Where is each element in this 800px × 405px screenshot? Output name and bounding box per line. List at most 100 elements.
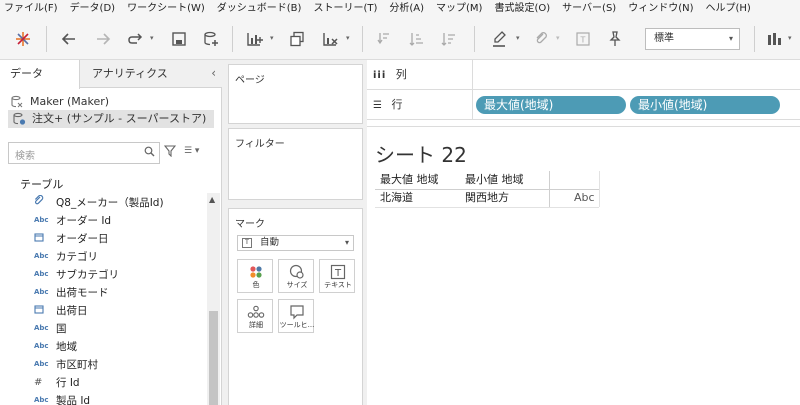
filter-icon[interactable] bbox=[163, 145, 177, 160]
color-icon bbox=[238, 263, 274, 281]
rows-label: 行 bbox=[391, 98, 403, 111]
label-label: テキスト bbox=[324, 281, 352, 289]
datasource-maker[interactable]: Maker (Maker) bbox=[10, 93, 109, 111]
datasource-icon bbox=[12, 112, 26, 126]
row-header-cell[interactable]: 北海道 bbox=[380, 189, 413, 207]
columns-shelf-label: iii 列 bbox=[373, 60, 473, 90]
collapse-pane-icon[interactable]: ‹ bbox=[211, 66, 216, 80]
field-name: 国 bbox=[56, 322, 67, 335]
field-name: オーダー Id bbox=[56, 214, 112, 227]
chevron-down-icon: ▾ bbox=[728, 34, 733, 43]
rows-shelf[interactable]: ☰ 行 最大値(地域) 最小値(地域) bbox=[367, 90, 800, 120]
sort-ascending-icon[interactable] bbox=[406, 28, 428, 50]
menu-help[interactable]: ヘルプ(H) bbox=[706, 0, 751, 18]
menu-worksheet[interactable]: ワークシート(W) bbox=[127, 0, 205, 18]
string-type-icon: Abc bbox=[34, 270, 49, 278]
menu-file[interactable]: ファイル(F) bbox=[4, 0, 58, 18]
sort-descending-icon[interactable] bbox=[438, 28, 460, 50]
tab-analytics[interactable]: アナリティクス bbox=[82, 60, 178, 88]
columns-icon: iii bbox=[373, 70, 387, 81]
field-name: サブカテゴリ bbox=[56, 268, 119, 281]
scrollbar-thumb[interactable] bbox=[209, 311, 218, 405]
mark-cell[interactable]: Abc bbox=[574, 189, 595, 207]
search-placeholder: 検索 bbox=[15, 151, 35, 162]
toolbar-separator bbox=[46, 26, 47, 52]
mark-type-select[interactable]: T 自動 ▾ bbox=[237, 235, 354, 251]
menu-data[interactable]: データ(D) bbox=[70, 0, 116, 18]
sheet-title[interactable]: シート 22 bbox=[375, 139, 467, 168]
chevron-down-icon[interactable]: ▾ bbox=[788, 34, 792, 42]
view-options-icon[interactable]: ☰ ▾ bbox=[184, 146, 199, 156]
datasource-label: Maker (Maker) bbox=[30, 95, 110, 108]
save-icon[interactable] bbox=[168, 28, 190, 50]
label-button[interactable]: T テキスト bbox=[319, 259, 355, 293]
chevron-down-icon[interactable]: ▾ bbox=[556, 34, 560, 42]
chevron-down-icon[interactable]: ▾ bbox=[270, 34, 274, 42]
string-type-icon: Abc bbox=[34, 396, 49, 404]
toolbar-separator bbox=[754, 26, 755, 52]
highlight-icon[interactable] bbox=[488, 28, 510, 50]
clear-sheet-icon[interactable] bbox=[320, 28, 342, 50]
chevron-down-icon[interactable]: ▾ bbox=[516, 34, 520, 42]
column-header[interactable]: 最小値 地域 bbox=[465, 171, 524, 189]
field-list-scrollbar[interactable]: ▲ bbox=[207, 193, 220, 405]
row-pill-min-region[interactable]: 最小値(地域) bbox=[630, 96, 780, 114]
group-members-icon[interactable] bbox=[530, 28, 552, 50]
tableau-logo-icon[interactable] bbox=[12, 28, 34, 50]
cards-pane: ページ フィルター マーク T 自動 ▾ 色 サイズ T テキスト 詳細 ツール… bbox=[222, 60, 367, 405]
menu-dashboard[interactable]: ダッシュボード(B) bbox=[217, 0, 302, 18]
string-type-icon: Abc bbox=[34, 324, 49, 332]
string-type-icon: Abc bbox=[34, 288, 49, 296]
scroll-up-icon[interactable]: ▲ bbox=[209, 195, 215, 204]
chevron-down-icon[interactable]: ▾ bbox=[150, 34, 154, 42]
menu-bar: ファイル(F) データ(D) ワークシート(W) ダッシュボード(B) ストーリ… bbox=[0, 0, 800, 18]
toolbar: ▾ ▾ ▾ ▾ ▾ T 標準 ▾ ▾ bbox=[0, 18, 800, 60]
link-icon bbox=[34, 194, 54, 209]
menu-story[interactable]: ストーリー(T) bbox=[313, 0, 377, 18]
tooltip-label: ツールヒ... bbox=[279, 321, 315, 329]
menu-server[interactable]: サーバー(S) bbox=[562, 0, 616, 18]
show-me-icon[interactable] bbox=[764, 28, 786, 50]
tab-data[interactable]: データ bbox=[0, 60, 80, 89]
menu-format[interactable]: 書式設定(O) bbox=[494, 0, 550, 18]
field-search[interactable]: 検索 bbox=[8, 142, 160, 164]
datasource-orders[interactable]: 注文+ (サンプル - スーパーストア) bbox=[8, 110, 214, 128]
show-labels-icon[interactable]: T bbox=[572, 28, 594, 50]
field-name: 市区町村 bbox=[56, 358, 98, 371]
worksheet-canvas[interactable]: シート 22 最大値 地域 最小値 地域 北海道 関西地方 Abc bbox=[367, 126, 800, 405]
format-select-value: 標準 bbox=[654, 33, 674, 44]
undo-icon[interactable] bbox=[58, 28, 80, 50]
swap-icon[interactable] bbox=[374, 28, 396, 50]
date-type-icon bbox=[34, 304, 54, 316]
field-name: カテゴリ bbox=[56, 250, 98, 263]
svg-text:T: T bbox=[580, 36, 586, 45]
duplicate-icon[interactable] bbox=[286, 28, 308, 50]
columns-shelf[interactable]: iii 列 bbox=[367, 60, 800, 90]
size-button[interactable]: サイズ bbox=[278, 259, 314, 293]
row-header-cell[interactable]: 関西地方 bbox=[465, 189, 509, 207]
chevron-down-icon[interactable]: ▾ bbox=[346, 34, 350, 42]
menu-analysis[interactable]: 分析(A) bbox=[389, 0, 424, 18]
pages-card[interactable]: ページ bbox=[228, 64, 363, 124]
field-name: 地域 bbox=[56, 340, 77, 353]
menu-window[interactable]: ウィンドウ(N) bbox=[628, 0, 693, 18]
new-worksheet-icon[interactable] bbox=[244, 28, 266, 50]
column-header[interactable]: 最大値 地域 bbox=[380, 171, 439, 189]
row-pill-max-region[interactable]: 最大値(地域) bbox=[476, 96, 626, 114]
redo-icon[interactable] bbox=[92, 28, 114, 50]
number-type-icon: # bbox=[34, 376, 43, 388]
filters-card[interactable]: フィルター bbox=[228, 128, 363, 200]
toolbar-separator bbox=[474, 26, 475, 52]
menu-map[interactable]: マップ(M) bbox=[436, 0, 482, 18]
add-datasource-icon[interactable] bbox=[200, 28, 222, 50]
color-button[interactable]: 色 bbox=[237, 259, 273, 293]
pin-icon[interactable] bbox=[604, 28, 626, 50]
tooltip-button[interactable]: ツールヒ... bbox=[278, 299, 314, 333]
toolbar-separator bbox=[232, 26, 233, 52]
field-name: 製品 Id bbox=[56, 394, 91, 405]
text-icon: T bbox=[320, 263, 356, 281]
replay-icon[interactable] bbox=[124, 28, 146, 50]
format-select[interactable]: 標準 ▾ bbox=[645, 28, 740, 50]
detail-button[interactable]: 詳細 bbox=[237, 299, 273, 333]
mark-type-value: 自動 bbox=[260, 237, 280, 248]
